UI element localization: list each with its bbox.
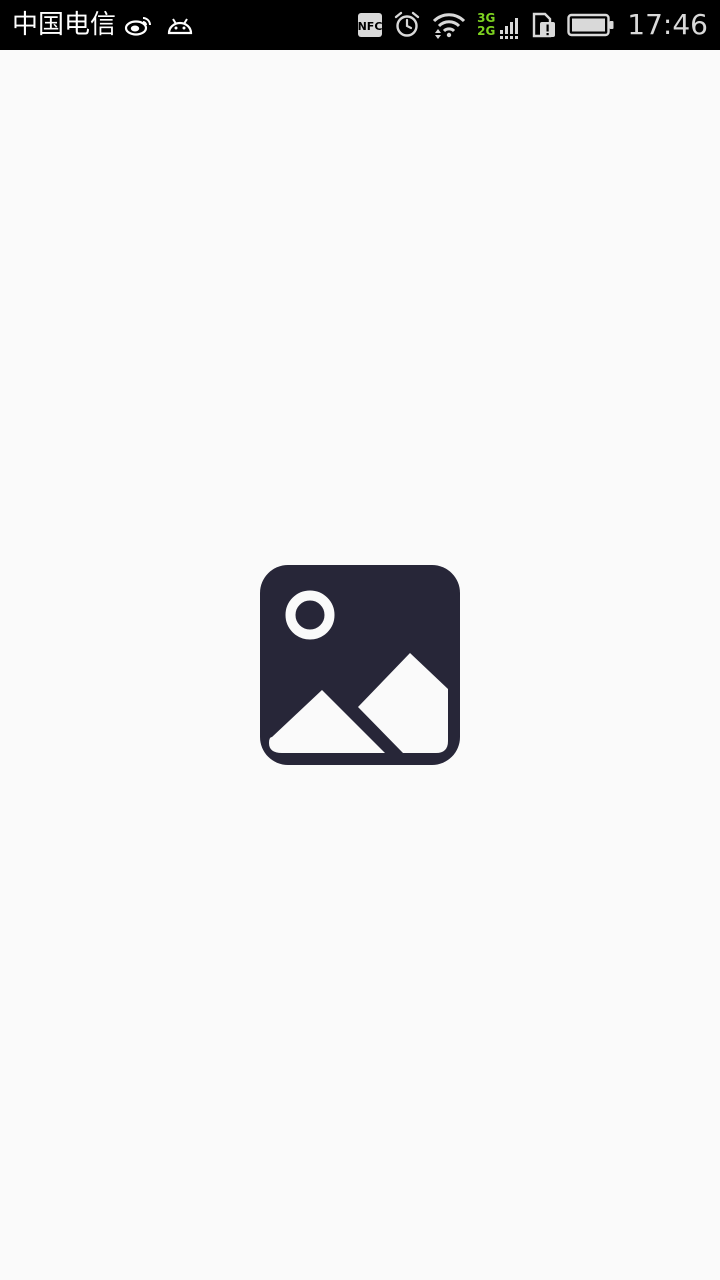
carrier-name: 中国电信 — [12, 10, 117, 40]
alarm-icon — [393, 11, 421, 39]
nfc-icon: NFC — [357, 12, 383, 38]
weibo-icon — [124, 13, 152, 37]
cell-signal-icon — [499, 10, 521, 40]
status-bar-right: NFC 3G 2G 17:46 — [357, 0, 708, 50]
sim-alert-icon — [531, 11, 557, 39]
image-placeholder-icon — [260, 565, 460, 765]
android-icon — [166, 13, 194, 37]
network-type-badges: 3G 2G — [477, 12, 495, 38]
status-bar: 中国电信 NFC 3G 2G 17:46 — [0, 0, 720, 50]
status-bar-time: 17:46 — [627, 8, 708, 41]
network-badge-2g: 2G — [477, 24, 496, 38]
main-content — [0, 50, 720, 1280]
svg-text:NFC: NFC — [358, 20, 383, 33]
battery-icon — [567, 12, 615, 38]
status-bar-left: 中国电信 — [12, 0, 194, 50]
wifi-icon — [431, 11, 467, 39]
